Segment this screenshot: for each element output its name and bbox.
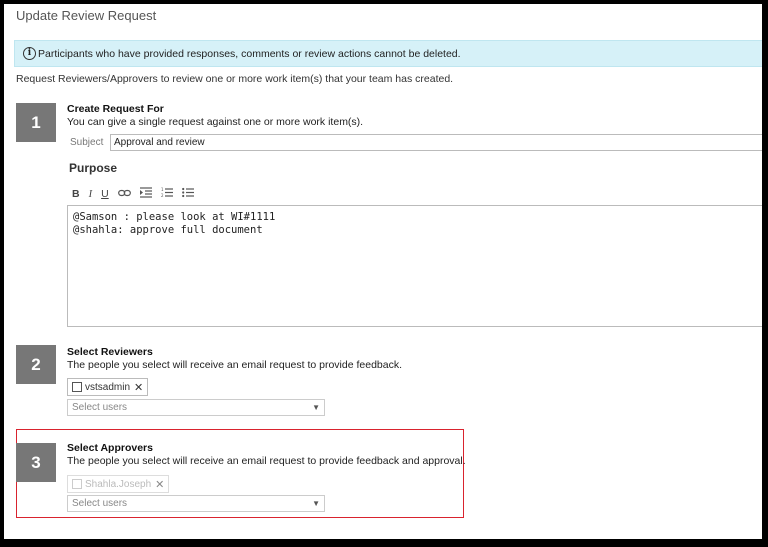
subject-input[interactable]: Approval and review xyxy=(110,134,762,151)
step-3-badge: 3 xyxy=(16,443,56,482)
dialog-title: Update Review Request xyxy=(16,8,157,23)
remove-icon[interactable]: ✕ xyxy=(134,381,143,394)
chevron-down-icon: ▼ xyxy=(312,403,320,412)
indent-icon[interactable] xyxy=(139,187,152,201)
step-1-title: Create Request For xyxy=(67,103,164,115)
step-1-badge: 1 xyxy=(16,103,56,142)
svg-text:2: 2 xyxy=(161,193,164,198)
info-banner: i Participants who have provided respons… xyxy=(14,40,762,67)
approver-chip-label: Shahla.Joseph xyxy=(85,478,152,490)
chevron-down-icon: ▼ xyxy=(312,499,320,508)
editor-line: @shahla: approve full document xyxy=(73,224,263,236)
purpose-editor[interactable]: @Samson : please look at WI#1111 @shahla… xyxy=(67,205,762,327)
step-2-title: Select Reviewers xyxy=(67,346,153,358)
underline-icon[interactable]: U xyxy=(101,188,109,200)
info-banner-text: Participants who have provided responses… xyxy=(38,47,461,60)
editor-toolbar: B I U 12 xyxy=(72,187,194,201)
remove-icon[interactable]: ✕ xyxy=(155,478,164,491)
dialog-frame: Update Review Request i Participants who… xyxy=(0,0,768,547)
approver-chip: Shahla.Joseph ✕ xyxy=(67,475,170,493)
svg-text:1: 1 xyxy=(161,187,164,192)
step-2-description: The people you select will receive an em… xyxy=(67,359,403,371)
editor-line: @Samson : please look at WI#1111 xyxy=(73,211,276,223)
link-icon[interactable] xyxy=(117,188,131,201)
step-1-description: You can give a single request against on… xyxy=(67,116,364,128)
bold-icon[interactable]: B xyxy=(72,188,80,200)
subject-label: Subject xyxy=(70,137,104,148)
italic-icon[interactable]: I xyxy=(89,189,93,200)
approver-checkbox[interactable] xyxy=(72,479,82,489)
numbered-list-icon[interactable]: 12 xyxy=(161,187,173,201)
step-3-description: The people you select will receive an em… xyxy=(67,455,466,467)
approvers-select[interactable]: Select users ▼ xyxy=(67,495,325,512)
bulleted-list-icon[interactable] xyxy=(181,187,194,201)
reviewers-select[interactable]: Select users ▼ xyxy=(67,399,325,416)
reviewer-chip-label: vstsadmin xyxy=(85,381,131,393)
approvers-select-placeholder: Select users xyxy=(72,498,128,509)
purpose-label: Purpose xyxy=(69,161,118,175)
reviewers-select-placeholder: Select users xyxy=(72,402,128,413)
info-icon: i xyxy=(23,47,36,60)
step-2-badge: 2 xyxy=(16,345,56,384)
reviewer-checkbox[interactable] xyxy=(72,382,82,392)
reviewer-chip: vstsadmin ✕ xyxy=(67,378,149,396)
subject-row: Subject Approval and review xyxy=(67,134,762,151)
intro-text: Request Reviewers/Approvers to review on… xyxy=(16,73,454,85)
step-3-title: Select Approvers xyxy=(67,442,153,454)
